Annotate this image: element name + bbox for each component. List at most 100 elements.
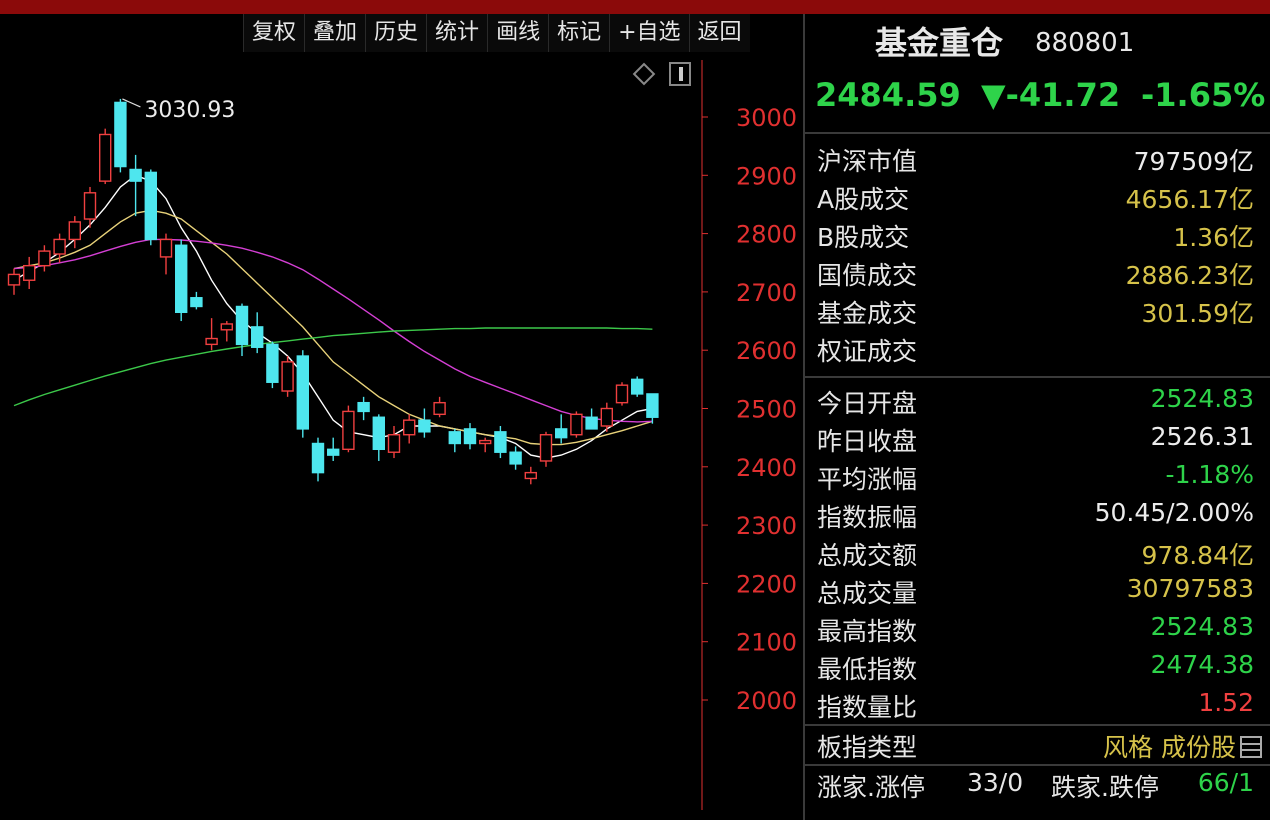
chart-toolbar: 复权 叠加 历史 统计 画线 标记 +自选 返回 xyxy=(243,14,750,54)
stat-value: 1.36亿 xyxy=(1173,223,1254,252)
candle xyxy=(372,414,385,461)
candle-body xyxy=(524,471,537,480)
candle-body xyxy=(463,428,477,445)
candle xyxy=(205,318,218,351)
candle-body xyxy=(53,238,66,255)
candle-body xyxy=(479,439,492,445)
draw-line-button[interactable]: 画线 xyxy=(487,14,549,52)
overlay-button[interactable]: 叠加 xyxy=(304,14,366,52)
candle xyxy=(159,233,173,275)
candle-body xyxy=(83,192,97,220)
candle xyxy=(646,393,659,424)
candle-body xyxy=(23,264,36,281)
stat-label: 指数振幅 xyxy=(817,503,918,532)
stat-row: 昨日收盘 2526.31 xyxy=(805,420,1270,458)
candle-body xyxy=(68,221,82,241)
candle xyxy=(7,268,21,295)
candle xyxy=(250,312,264,354)
ma5-line xyxy=(13,174,653,459)
stat-row: 最高指数 2524.83 xyxy=(805,610,1270,648)
divider xyxy=(805,376,1270,378)
list-icon[interactable] xyxy=(1240,736,1262,758)
stat-value: 1.52 xyxy=(1198,688,1254,717)
candle xyxy=(38,245,51,272)
stat-value: 4656.17亿 xyxy=(1125,185,1254,214)
history-button[interactable]: 历史 xyxy=(365,14,427,52)
candle xyxy=(631,376,644,397)
candle xyxy=(235,303,249,357)
candle xyxy=(296,350,309,438)
candle xyxy=(220,321,234,342)
restore-rights-button[interactable]: 复权 xyxy=(243,14,305,52)
candle-body xyxy=(342,410,355,451)
candle-body xyxy=(98,133,112,182)
stat-row: 指数振幅 50.45/2.00% xyxy=(805,496,1270,534)
candle xyxy=(570,411,583,438)
stat-label: A股成交 xyxy=(817,185,910,214)
stat-label: 最高指数 xyxy=(817,617,918,646)
candle xyxy=(144,169,158,246)
index-type-value: 风格 成份股 xyxy=(1103,733,1236,762)
candle xyxy=(53,233,66,263)
y-tick-label: 2800 xyxy=(736,221,797,249)
candle xyxy=(281,356,294,397)
candle xyxy=(129,154,142,217)
index-type-label: 板指类型 xyxy=(817,733,918,762)
candle-body xyxy=(494,431,507,453)
y-tick-label: 2700 xyxy=(736,279,797,307)
candle xyxy=(539,431,553,467)
panel-toggle-icon[interactable] xyxy=(669,62,691,86)
stat-label: B股成交 xyxy=(817,223,910,252)
candle xyxy=(98,128,112,185)
candle xyxy=(174,239,188,322)
stat-row: 权证成交 xyxy=(805,330,1270,368)
back-button[interactable]: 返回 xyxy=(688,14,750,52)
candle-body xyxy=(144,171,158,241)
candle xyxy=(463,423,477,450)
index-code: 880801 xyxy=(1035,28,1135,58)
candle-body xyxy=(114,101,127,168)
add-watchlist-button[interactable]: +自选 xyxy=(609,14,689,52)
candle xyxy=(448,428,461,453)
candle xyxy=(555,414,568,444)
candle-body xyxy=(403,419,416,436)
candle xyxy=(387,425,401,459)
stat-row: 沪深市值 797509亿 xyxy=(805,140,1270,178)
decliners-label: 跌家.跌停 xyxy=(1051,773,1159,802)
candle-body xyxy=(220,323,234,331)
stat-value: 30797583 xyxy=(1126,574,1254,603)
candle xyxy=(615,382,629,406)
candle xyxy=(494,425,507,459)
stat-value: 797509亿 xyxy=(1133,147,1254,176)
index-title: 基金重仓 xyxy=(875,24,1004,62)
candle xyxy=(433,396,446,418)
candle xyxy=(524,466,537,485)
candle-body xyxy=(509,451,522,465)
stat-value: 50.45/2.00% xyxy=(1094,498,1254,527)
candle-body xyxy=(631,378,644,395)
stat-row: B股成交 1.36亿 xyxy=(805,216,1270,254)
stat-row: 国债成交 2886.23亿 xyxy=(805,254,1270,292)
ma60-line xyxy=(13,327,653,407)
stat-label: 国债成交 xyxy=(817,261,918,290)
candle-body xyxy=(418,419,431,433)
candle xyxy=(509,446,522,470)
candle-body xyxy=(205,337,218,346)
mark-button[interactable]: 标记 xyxy=(548,14,610,52)
candle-body xyxy=(387,434,401,453)
price-change: ▼-41.72 xyxy=(981,76,1121,114)
quote-panel: 基金重仓 880801 2484.59 ▼-41.72 -1.65% 沪深市值 7… xyxy=(805,14,1270,820)
y-tick-label: 2100 xyxy=(736,629,797,657)
candle xyxy=(23,256,36,289)
stat-row: 平均涨幅 -1.18% xyxy=(805,458,1270,496)
kline-chart[interactable]: 3000 2900 2800 2700 2600 2500 2400 2300 2200 2100… xyxy=(0,0,803,820)
breadth-row: 涨家.涨停 33/0 跌家.跌停 66/1 xyxy=(805,766,1270,804)
stat-row: 今日开盘 2524.83 xyxy=(805,382,1270,420)
candle-body xyxy=(448,431,461,445)
statistics-button[interactable]: 统计 xyxy=(426,14,488,52)
stat-value: 2526.31 xyxy=(1150,422,1254,451)
advancers-value: 33/0 xyxy=(967,768,1024,797)
stat-row: 指数量比 1.52 xyxy=(805,686,1270,724)
candle xyxy=(418,408,431,438)
candle xyxy=(190,291,203,310)
